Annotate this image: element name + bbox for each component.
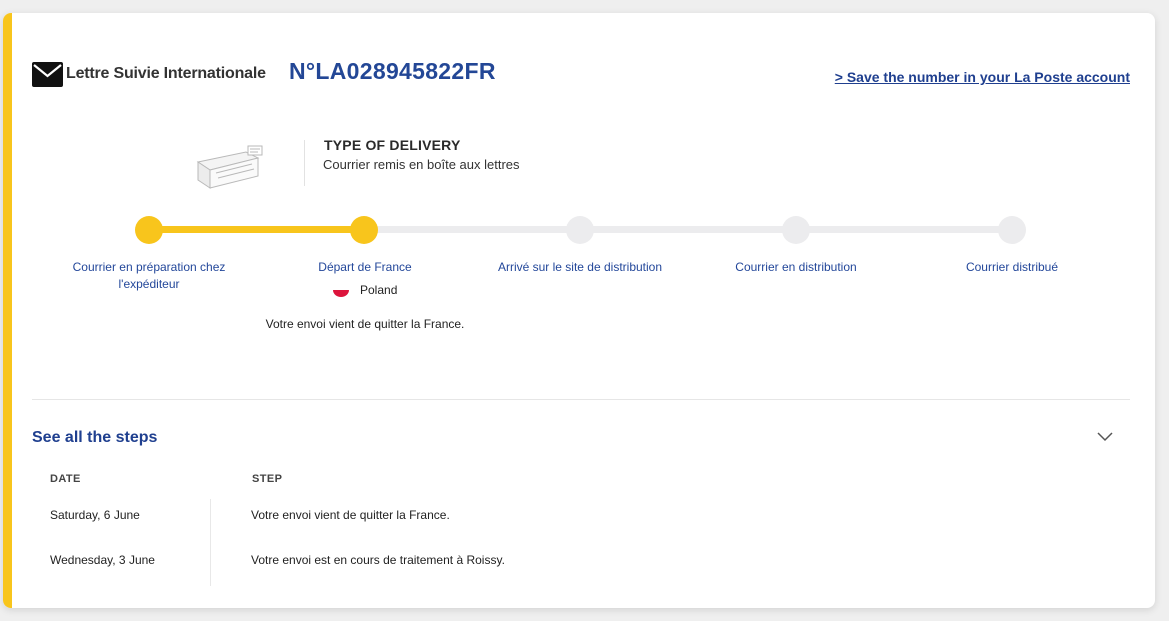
chevron-down-icon[interactable]	[1097, 430, 1113, 442]
table-row-step: Votre envoi est en cours de traitement à…	[251, 553, 505, 567]
delivery-type-title: TYPE OF DELIVERY	[324, 137, 461, 153]
tracking-card: Lettre Suivie Internationale N°LA0289458…	[3, 13, 1155, 608]
accent-bar	[3, 13, 12, 608]
timeline-step-label-3: Arrivé sur le site de distribution	[497, 260, 663, 274]
delivery-divider	[304, 140, 305, 186]
timeline-dot-2	[350, 216, 378, 244]
timeline-dot-3	[566, 216, 594, 244]
envelope-icon	[32, 62, 63, 87]
step-column-header: STEP	[252, 473, 283, 485]
table-row-date: Wednesday, 3 June	[50, 553, 155, 567]
timeline-step-label-2: Départ de France	[318, 260, 412, 274]
see-all-steps-toggle[interactable]: See all the steps	[32, 429, 157, 447]
table-row-date: Saturday, 6 June	[50, 508, 140, 522]
timeline-progress	[149, 226, 365, 233]
table-row-step: Votre envoi vient de quitter la France.	[251, 508, 450, 522]
save-number-link[interactable]: > Save the number in your La Poste accou…	[835, 69, 1130, 85]
timeline-dot-1	[135, 216, 163, 244]
tracking-number: N°LA028945822FR	[289, 58, 496, 84]
timeline-step-label-4: Courrier en distribution	[735, 260, 857, 274]
section-divider	[32, 399, 1130, 400]
timeline-step-label-5: Courrier distribué	[965, 260, 1059, 274]
current-country: Poland	[360, 283, 398, 297]
timeline-step-label-1: Courrier en préparation chez l'expéditeu…	[72, 260, 226, 291]
timeline-dot-4	[782, 216, 810, 244]
column-divider	[210, 499, 211, 586]
current-step-description: Votre envoi vient de quitter la France.	[265, 317, 465, 331]
poland-flag-icon	[333, 283, 349, 297]
timeline-dot-5	[998, 216, 1026, 244]
product-name: Lettre Suivie Internationale	[66, 65, 266, 82]
mailbox-illustration	[196, 145, 263, 189]
date-column-header: DATE	[50, 473, 81, 485]
delivery-type-value: Courrier remis en boîte aux lettres	[323, 157, 520, 172]
